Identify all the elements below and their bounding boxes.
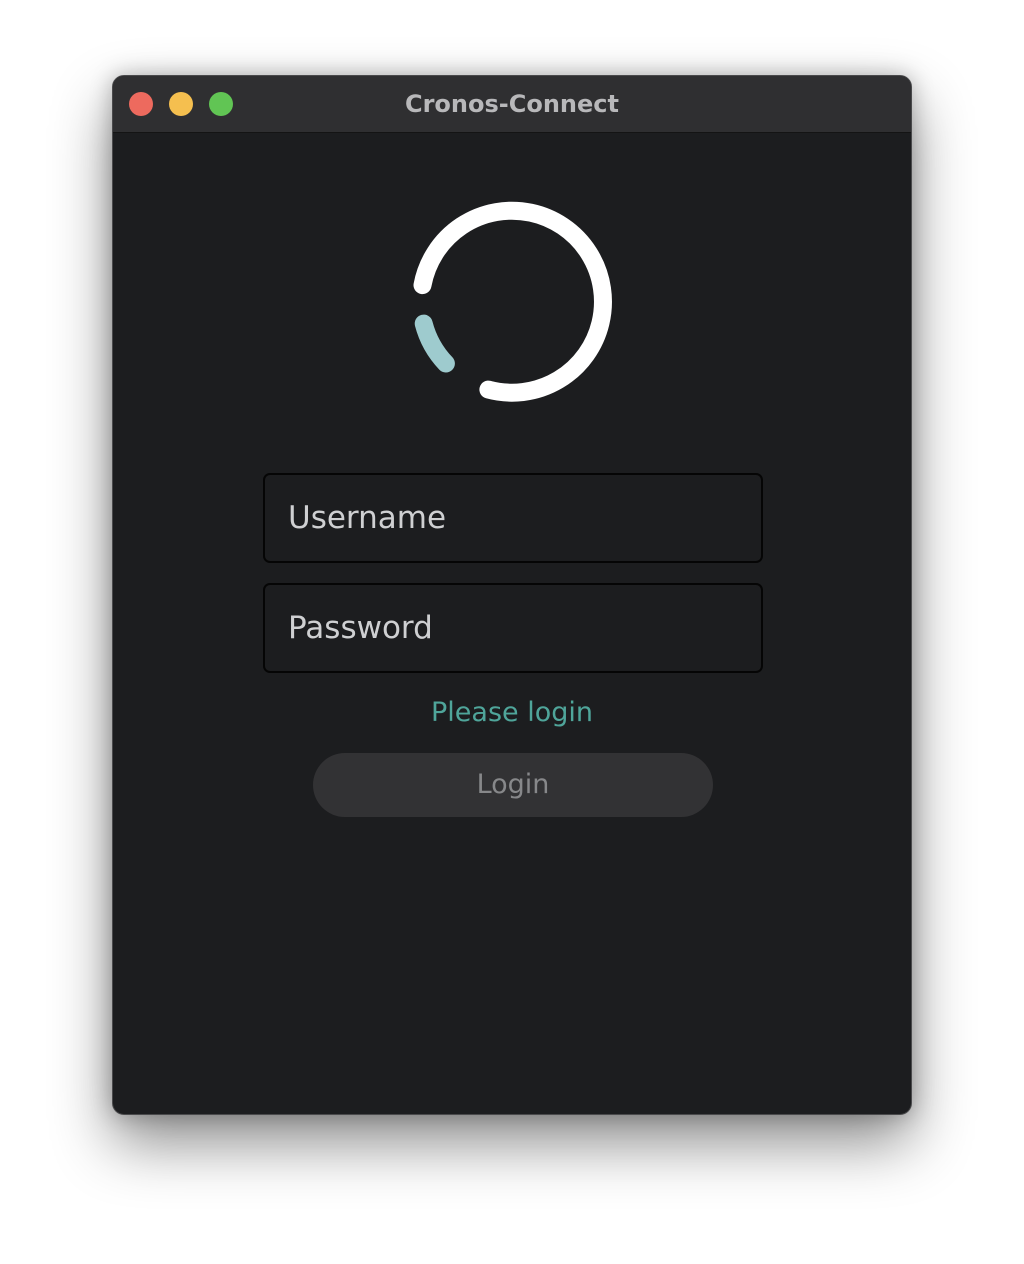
spinner-accent-arc <box>414 314 455 373</box>
loading-spinner-icon <box>413 201 612 402</box>
title-bar: Cronos-Connect <box>113 76 911 133</box>
password-field[interactable] <box>263 583 763 673</box>
password-input[interactable] <box>265 585 761 671</box>
login-button[interactable]: Login <box>313 753 713 817</box>
username-field[interactable] <box>263 473 763 563</box>
login-window: Cronos-Connect Please login Login <box>112 75 912 1115</box>
window-title: Cronos-Connect <box>404 90 619 118</box>
username-input[interactable] <box>265 475 761 561</box>
login-status-message: Please login <box>431 697 593 728</box>
